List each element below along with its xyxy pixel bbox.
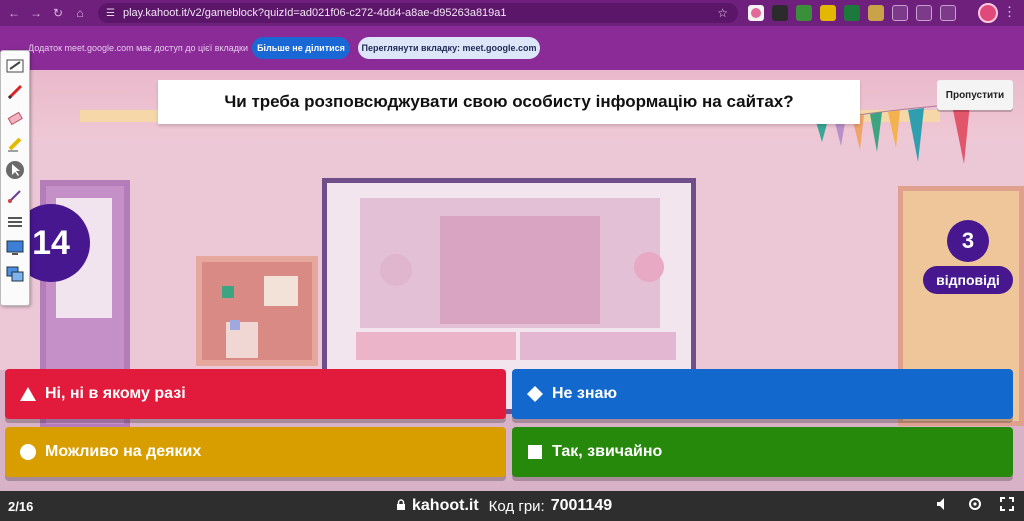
browser-toolbar: ← → ↻ ⌂ ☰ play.kahoot.it/v2/gameblock?qu… (0, 0, 1024, 26)
background-board-bar (356, 332, 516, 360)
browser-nav: ← → ↻ ⌂ (0, 6, 96, 20)
site-info-icon[interactable]: ☰ (106, 8, 115, 19)
square-icon (526, 443, 544, 461)
background-pin (230, 320, 240, 330)
screen-share-bar: Додаток meet.google.com має доступ до ці… (0, 26, 1024, 70)
kahoot-domain: kahoot.it (412, 497, 479, 514)
more-menu-icon[interactable]: ⋮ (1003, 4, 1016, 20)
windows-icon[interactable] (4, 263, 26, 285)
extension-icon[interactable] (772, 5, 788, 21)
answer-button-red[interactable]: Ні, ні в якому разі (5, 369, 506, 419)
brush-icon[interactable] (4, 185, 26, 207)
view-tab-button[interactable]: Переглянути вкладку: meet.google.com (358, 37, 540, 59)
answers-label: відповіді (923, 266, 1013, 294)
whiteboard-icon[interactable] (4, 55, 26, 77)
fullscreen-icon[interactable] (1000, 497, 1014, 514)
profile-avatar[interactable] (978, 3, 998, 23)
address-bar[interactable]: ☰ play.kahoot.it/v2/gameblock?quizId=ad0… (98, 3, 738, 23)
volume-icon[interactable] (936, 497, 950, 514)
pen-icon[interactable] (4, 81, 26, 103)
circle-icon (19, 443, 37, 461)
answer-button-blue[interactable]: Не знаю (512, 369, 1013, 419)
lines-icon[interactable] (4, 211, 26, 233)
game-code-value: 7001149 (550, 497, 613, 514)
extension-icon[interactable] (820, 5, 836, 21)
lock-icon (396, 498, 406, 514)
answer-label: Так, звичайно (552, 443, 663, 460)
background-circle (380, 254, 412, 286)
footer-controls (936, 497, 1014, 514)
answer-button-yellow[interactable]: Можливо на деяких (5, 427, 506, 477)
extensions-area (748, 5, 956, 21)
back-icon[interactable]: ← (8, 6, 20, 20)
background-circle (634, 252, 664, 282)
background-pin (222, 286, 234, 298)
forward-icon[interactable]: → (30, 6, 42, 20)
answer-button-green[interactable]: Так, звичайно (512, 427, 1013, 477)
home-icon[interactable]: ⌂ (74, 6, 86, 20)
background-note (264, 276, 298, 306)
extension-icon[interactable] (748, 5, 764, 21)
menu-lines-icon[interactable] (916, 5, 932, 21)
background-board-bar (520, 332, 676, 360)
side-panel-icon[interactable] (940, 5, 956, 21)
reload-icon[interactable]: ↻ (52, 6, 64, 20)
cursor-icon[interactable] (4, 159, 26, 181)
skip-button[interactable]: Пропустити (937, 80, 1013, 110)
triangle-icon (19, 385, 37, 403)
stop-sharing-button[interactable]: Більше не ділитися (252, 37, 350, 59)
extension-icon[interactable] (844, 5, 860, 21)
share-message: Додаток meet.google.com має доступ до ці… (28, 43, 249, 53)
answer-label: Ні, ні в якому разі (45, 385, 186, 402)
bookmark-star-icon[interactable]: ☆ (717, 6, 728, 20)
question-progress: 2/16 (8, 499, 34, 514)
diamond-icon (526, 385, 544, 403)
screen-icon[interactable] (4, 237, 26, 259)
app-root: ← → ↻ ⌂ ☰ play.kahoot.it/v2/gameblock?qu… (0, 0, 1024, 521)
annotation-toolbar (0, 50, 30, 306)
game-code-label: Код гри: (488, 497, 545, 515)
extension-icon[interactable] (796, 5, 812, 21)
url-text: play.kahoot.it/v2/gameblock?quizId=ad021… (122, 7, 507, 19)
highlighter-icon[interactable] (4, 133, 26, 155)
extension-icon[interactable] (868, 5, 884, 21)
answer-label: Не знаю (552, 385, 618, 402)
game-footer: 2/16 kahoot.it Код гри: 7001149 (0, 491, 1024, 521)
background-board-rect (440, 216, 600, 324)
answer-label: Можливо на деяких (45, 443, 202, 460)
question-text: Чи треба розповсюджувати свою особисту і… (224, 92, 794, 111)
answers-count: 3 (947, 220, 989, 262)
settings-gear-icon[interactable] (968, 497, 982, 514)
game-info: kahoot.it Код гри: 7001149 (396, 497, 612, 515)
question-card: Чи треба розповсюджувати свою особисту і… (158, 80, 860, 124)
eraser-icon[interactable] (4, 107, 26, 129)
puzzle-icon[interactable] (892, 5, 908, 21)
